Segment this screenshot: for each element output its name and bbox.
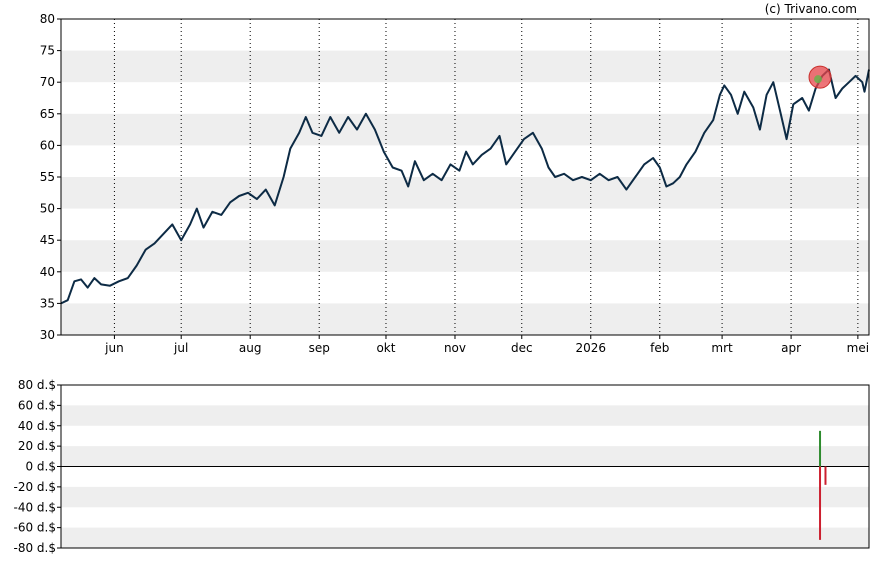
transactions-y-tick-label: 20 d.$ (18, 439, 56, 453)
price-x-tick-label: mrt (711, 341, 733, 355)
transactions-band (61, 486, 869, 508)
price-y-tick-label: 70 (40, 75, 55, 89)
event-marker (808, 65, 832, 89)
transactions-band (61, 446, 869, 467)
price-x-tick-label: jun (104, 341, 124, 355)
transactions-band (61, 405, 869, 426)
price-y-tick-label: 30 (40, 328, 55, 342)
price-y-tick-label: 80 (40, 12, 55, 26)
price-x-tick-label: sep (309, 341, 330, 355)
transactions-chart: 80 d.$ 60 d.$ 40 d.$ 20 d.$ 0 d.$ -20 d.$ -40 … (14, 378, 870, 555)
price-x-tick-label: feb (650, 341, 669, 355)
transactions-y-axis: 80 d.$ 60 d.$ 40 d.$ 20 d.$ 0 d.$ -20 d.$ -40 … (14, 378, 61, 555)
transactions-y-tick-label: -40 d.$ (14, 500, 56, 514)
price-y-tick-label: 65 (40, 107, 55, 121)
price-y-tick-label: 35 (40, 296, 55, 310)
price-x-tick-label: 2026 (575, 341, 606, 355)
price-band (61, 113, 869, 146)
transactions-y-tick-label: -60 d.$ (14, 521, 56, 535)
price-y-axis: 30 35 40 45 50 55 60 65 70 75 80 (40, 12, 61, 342)
price-y-tick-label: 40 (40, 265, 55, 279)
price-y-tick-label: 60 (40, 138, 55, 152)
transactions-y-tick-label: 80 d.$ (18, 378, 56, 392)
price-y-tick-label: 55 (40, 170, 55, 184)
marker-dot (814, 75, 823, 84)
price-chart: 30 35 40 45 50 55 60 65 70 75 80 jun jul aug sep okt no… (40, 12, 870, 355)
price-x-tick-label: jul (173, 341, 188, 355)
chart-canvas: 30 35 40 45 50 55 60 65 70 75 80 jun jul aug sep okt no… (14, 2, 870, 555)
price-x-tick-label: apr (781, 341, 801, 355)
price-x-tick-label: mei (847, 341, 869, 355)
price-band (61, 303, 869, 335)
price-y-tick-label: 75 (40, 44, 55, 58)
transactions-y-tick-label: 40 d.$ (18, 419, 56, 433)
transactions-band (61, 527, 869, 548)
price-band (61, 240, 869, 272)
price-x-tick-label: dec (511, 341, 533, 355)
transactions-y-tick-label: 60 d.$ (18, 398, 56, 412)
price-x-axis: jun jul aug sep okt nov dec 2026 feb mrt apr mei (104, 335, 869, 355)
transactions-y-tick-label: 0 d.$ (25, 460, 56, 474)
price-band (61, 177, 869, 209)
transactions-bands (61, 405, 869, 548)
credit-text: (c) Trivano.com (765, 2, 857, 16)
price-band (61, 50, 869, 83)
price-y-tick-label: 50 (40, 202, 55, 216)
price-x-tick-label: aug (239, 341, 262, 355)
transactions-y-tick-label: -80 d.$ (14, 541, 56, 555)
price-y-tick-label: 45 (40, 233, 55, 247)
price-x-tick-label: nov (444, 341, 466, 355)
price-bands (61, 50, 869, 335)
price-x-tick-label: okt (376, 341, 395, 355)
transactions-y-tick-label: -20 d.$ (14, 480, 56, 494)
